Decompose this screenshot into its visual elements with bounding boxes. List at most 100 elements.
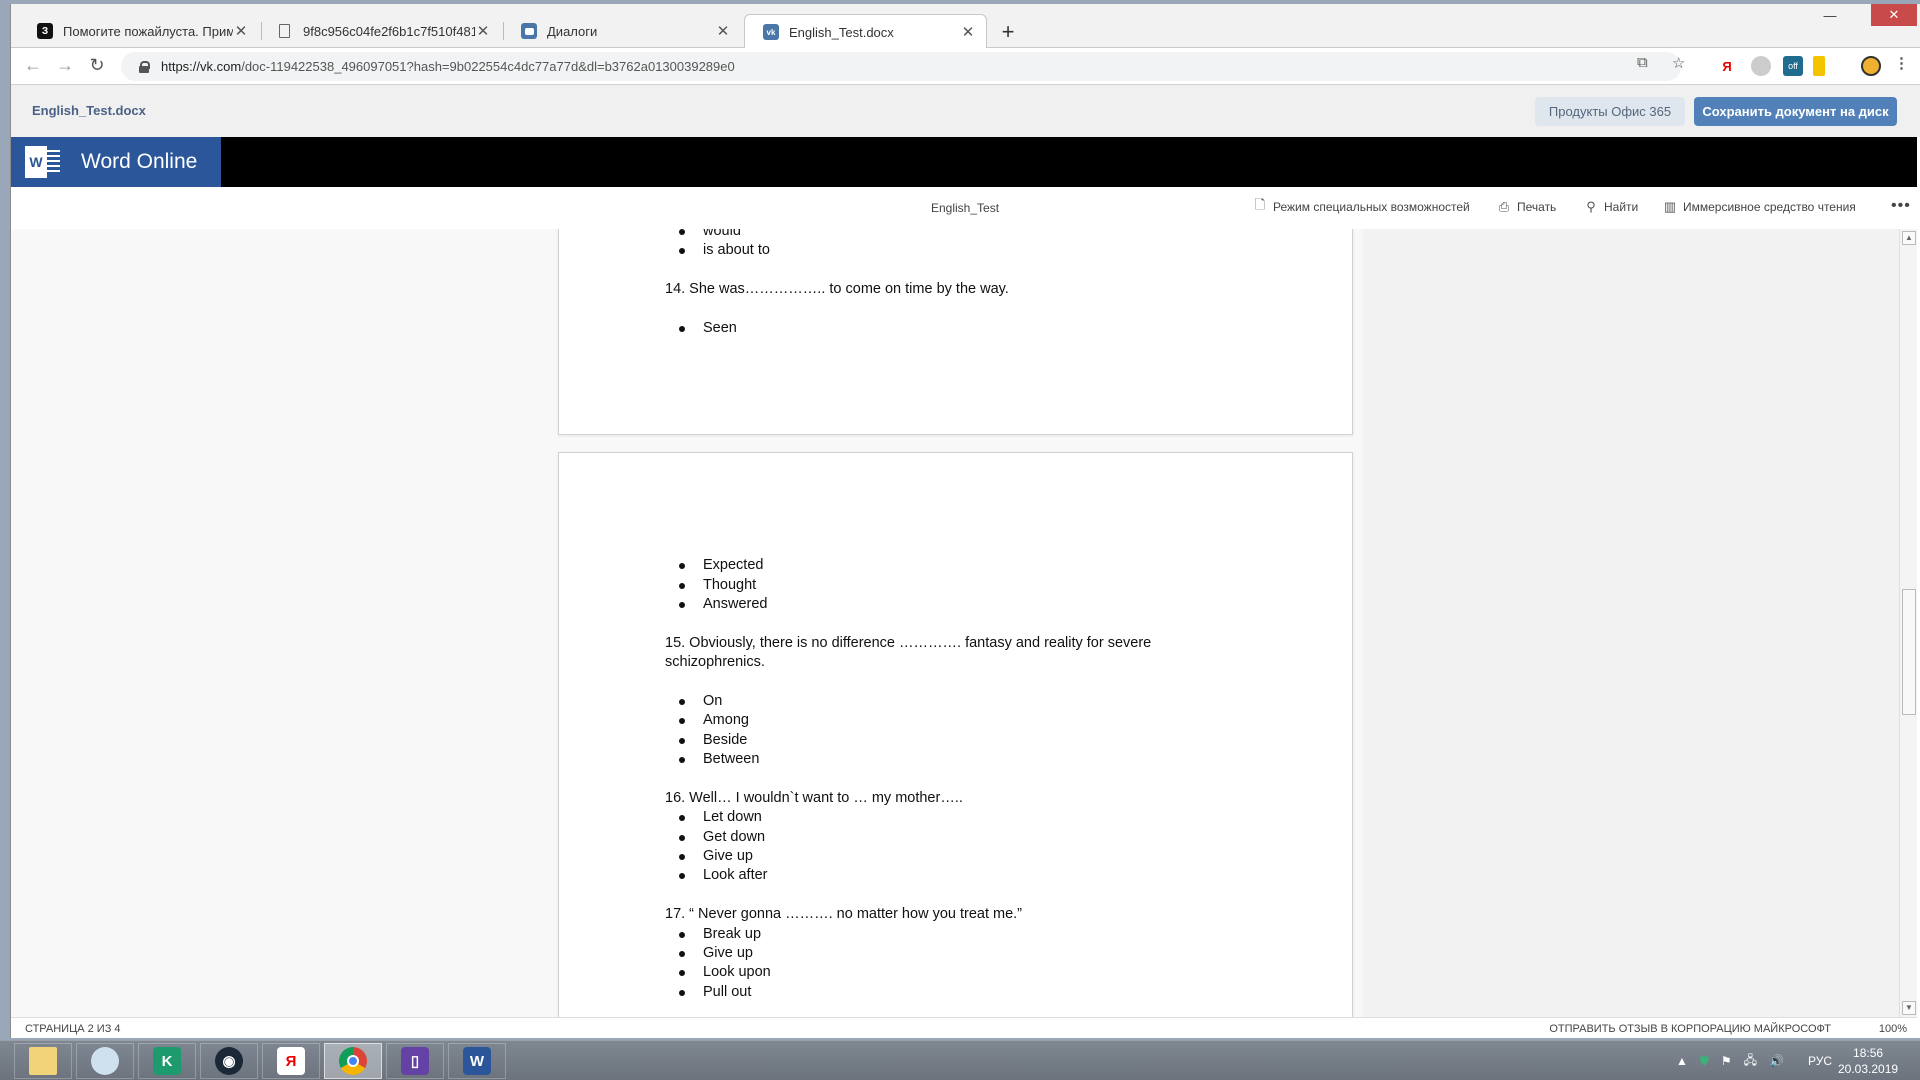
browser-menu-icon[interactable]: ⋮ [1894, 54, 1909, 72]
page-indicator: СТРАНИЦА 2 ИЗ 4 [25, 1023, 121, 1035]
tab-separator [261, 22, 262, 40]
bullet-icon [679, 873, 685, 879]
minimize-button[interactable]: — [1807, 4, 1853, 26]
zoom-level[interactable]: 100% [1879, 1023, 1907, 1035]
browser-window: З Помогите пожайлуста. Пример ✕ 9f8c956c… [10, 4, 1920, 1038]
clock[interactable]: 18:56 20.03.2019 [1838, 1045, 1898, 1077]
word-online-title: Word Online [81, 150, 198, 173]
more-options-button[interactable]: ••• [1891, 197, 1911, 215]
word-online-bar: W Word Online [11, 137, 1917, 187]
system-tray: ▲ ⛊ ⚑ 🖧 🔊 РУС [1676, 1041, 1832, 1080]
question-17: 17. “ Never gonna ………. no matter how you… [665, 906, 1023, 922]
url-host: https://vk.com [161, 59, 242, 74]
tool-label: Режим специальных возможностей [1273, 200, 1470, 214]
kaspersky-tray-icon[interactable]: ⛊ [1700, 1054, 1709, 1069]
send-feedback-link[interactable]: ОТПРАВИТЬ ОТЗЫВ В КОРПОРАЦИЮ МАЙКРОСОФТ [1549, 1023, 1831, 1035]
clock-date: 20.03.2019 [1838, 1062, 1899, 1076]
bullet-icon [679, 835, 685, 841]
chrome-icon [339, 1047, 367, 1075]
close-tab-icon[interactable]: ✕ [960, 23, 976, 41]
tab-file[interactable]: 9f8c956c04fe2f6b1c7f510f481f38 ✕ [261, 14, 501, 48]
new-tab-button[interactable]: + [996, 19, 1020, 45]
tool-label: Найти [1604, 200, 1639, 214]
close-tab-icon[interactable]: ✕ [715, 22, 731, 40]
save-to-disk-button[interactable]: Сохранить документ на диск [1694, 97, 1897, 126]
vk-messenger-icon [521, 23, 537, 39]
forward-button[interactable]: → [53, 55, 77, 76]
taskbar-chrome[interactable] [324, 1043, 382, 1079]
close-tab-icon[interactable]: ✕ [233, 22, 249, 40]
taskbar-word[interactable]: W [448, 1043, 506, 1079]
volume-icon[interactable]: 🔊 [1769, 1054, 1784, 1068]
taskbar-file-explorer[interactable] [14, 1043, 72, 1079]
tab-english-test[interactable]: vk English_Test.docx ✕ [744, 14, 987, 49]
scroll-down-icon[interactable]: ▼ [1902, 1001, 1916, 1015]
window-close-area: ✕ [1871, 4, 1917, 34]
print-button[interactable]: ⎙ Печать [1496, 199, 1557, 215]
taskbar-kaspersky[interactable]: K [138, 1043, 196, 1079]
question-15: 15. Obviously, there is no difference ……… [665, 635, 1152, 651]
accessibility-icon: 🗋 [1254, 197, 1266, 212]
input-language[interactable]: РУС [1808, 1054, 1832, 1068]
scrollbar-thumb[interactable] [1902, 589, 1916, 715]
translate-icon[interactable]: ⧉ [1637, 54, 1648, 71]
tab-separator [503, 22, 504, 40]
taskbar-twitch[interactable]: ▯ [386, 1043, 444, 1079]
search-icon: ⚲ [1586, 199, 1596, 214]
question-14: 14. She was…………….. to come on time by th… [665, 281, 1009, 297]
network-icon[interactable]: 🖧 [1744, 1051, 1757, 1072]
yellow-extension-icon[interactable] [1813, 56, 1825, 76]
bullet-icon [679, 699, 685, 705]
tab-znanija[interactable]: З Помогите пожайлуста. Пример ✕ [19, 14, 259, 48]
tool-label: Печать [1517, 200, 1557, 214]
tab-strip: З Помогите пожайлуста. Пример ✕ 9f8c956c… [11, 4, 1920, 49]
clock-time: 18:56 [1853, 1046, 1884, 1060]
scroll-up-icon[interactable]: ▲ [1902, 231, 1916, 245]
gray-extension-icon[interactable] [1751, 56, 1771, 76]
print-icon: ⎙ [1498, 199, 1510, 214]
bullet-icon [679, 248, 685, 254]
address-bar[interactable]: https://vk.com/doc-119422538_496097051?h… [121, 52, 1681, 81]
tab-dialogs[interactable]: Диалоги ✕ [503, 14, 741, 48]
find-button[interactable]: ⚲ Найти [1583, 199, 1638, 215]
bullet-icon [679, 757, 685, 763]
bullet-icon [679, 932, 685, 938]
show-hidden-icons-icon[interactable]: ▲ [1676, 1054, 1688, 1068]
taskbar-steam[interactable]: ◉ [200, 1043, 258, 1079]
taskbar: K ◉ Я ▯ W ▲ ⛊ ⚑ 🖧 🔊 РУС 18:56 20.03.2019 [0, 1040, 1920, 1080]
taskbar-paint[interactable] [76, 1043, 134, 1079]
off-extension-icon[interactable]: off [1783, 56, 1803, 76]
file-icon [279, 24, 290, 38]
bullet-icon [679, 951, 685, 957]
window-close-button[interactable]: ✕ [1871, 4, 1917, 26]
status-bar: СТРАНИЦА 2 ИЗ 4 ОТПРАВИТЬ ОТЗЫВ В КОРПОР… [11, 1017, 1917, 1038]
question-15-cont: schizophrenics. [665, 654, 765, 670]
document-page-2: Expected Thought Answered 15. Obviously,… [558, 452, 1353, 1017]
document-canvas: would is about to 14. She was…………….. to … [11, 229, 1917, 1017]
profile-avatar[interactable] [1861, 56, 1881, 76]
word-icon: W [463, 1047, 491, 1075]
document-page-1: would is about to 14. She was…………….. to … [558, 229, 1353, 435]
bullet-icon [679, 326, 685, 332]
accessibility-mode-button[interactable]: 🗋 Режим специальных возможностей [1252, 197, 1470, 215]
document-toolbar: English_Test 🗋 Режим специальных возможн… [11, 187, 1917, 229]
kaspersky-icon: K [153, 1047, 181, 1075]
bullet-icon [679, 563, 685, 569]
bullet-icon [679, 602, 685, 608]
tab-title: Помогите пожайлуста. Пример [63, 23, 233, 39]
back-button[interactable]: ← [21, 55, 45, 76]
office365-products-button[interactable]: Продукты Офис 365 [1535, 97, 1685, 126]
folder-icon [29, 1047, 57, 1075]
reload-button[interactable]: ↻ [85, 55, 109, 76]
action-center-flag-icon[interactable]: ⚑ [1721, 1054, 1732, 1068]
steam-icon: ◉ [215, 1047, 243, 1075]
immersive-reader-button[interactable]: ▥ Иммерсивное средство чтения [1662, 199, 1856, 215]
close-tab-icon[interactable]: ✕ [475, 22, 491, 40]
vertical-scrollbar[interactable]: ▲ ▼ [1899, 229, 1917, 1017]
word-online-brand[interactable]: W Word Online [11, 137, 221, 187]
vk-icon: vk [763, 24, 779, 40]
doc-filename: English_Test.docx [32, 103, 146, 118]
bookmark-star-icon[interactable]: ☆ [1672, 54, 1685, 72]
taskbar-yandex-browser[interactable]: Я [262, 1043, 320, 1079]
yandex-extension-icon[interactable]: Я [1717, 56, 1737, 76]
